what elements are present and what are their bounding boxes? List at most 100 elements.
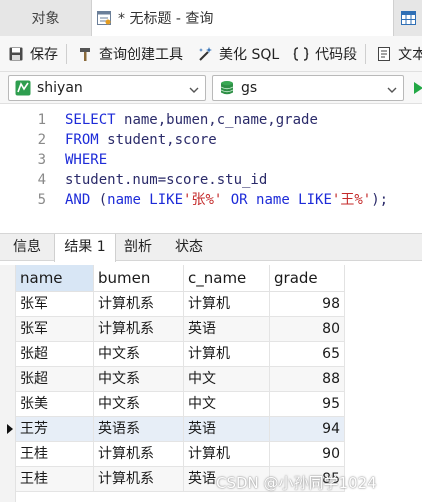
tab-result-label: 结果 1 [64,239,106,255]
tab-profile-label: 剖析 [124,239,152,255]
table-row[interactable]: 张美 中文系 中文 95 [0,392,345,417]
tab-untitled-query[interactable]: * 无标题 - 查询 [92,0,394,36]
database-select[interactable]: gs [212,75,404,101]
toolbar-divider [66,43,67,64]
table-cell-bumen[interactable]: 中文系 [94,342,184,367]
code-text: AND (name LIKE'张%' OR name LIKE'王%'); [65,190,388,210]
table-cell-c-name[interactable]: 英语 [184,317,270,342]
table-row[interactable]: 张超 中文系 中文 88 [0,367,345,392]
table-row[interactable]: 张超 中文系 计算机 65 [0,342,345,367]
tab-status-label: 状态 [175,239,203,255]
column-header-grade[interactable]: grade [270,265,345,292]
current-row-marker-icon [7,424,13,434]
line-number: 1 [37,112,46,128]
table-cell-c-name[interactable]: 英语 [184,417,270,442]
table-cell-grade[interactable]: 94 [270,417,345,442]
column-header-c-name[interactable]: c_name [184,265,270,292]
code-text: WHERE [65,150,107,170]
mysql-connection-icon [15,80,31,96]
table-cell-bumen[interactable]: 计算机系 [94,317,184,342]
tab-objects[interactable]: 对象 [0,0,92,36]
sql-keyword: FROM [65,132,108,148]
tab-profile[interactable]: 剖析 [116,234,160,261]
save-label: 保存 [30,46,58,63]
editor-line[interactable]: 2 FROM student,score [0,130,422,150]
beautify-sql-button[interactable]: 美化 SQL [189,40,285,68]
table-cell-name[interactable]: 张超 [16,367,94,392]
table-cell-grade[interactable]: 80 [270,317,345,342]
table-cell-c-name[interactable]: 计算机 [184,292,270,317]
tab-info-label: 信息 [13,239,41,255]
column-header-name[interactable]: name [16,265,94,292]
code-snippet-button[interactable]: 代码段 [285,40,363,68]
editor-line[interactable]: 5 AND (name LIKE'张%' OR name LIKE'王%'); [0,190,422,210]
tab-status[interactable]: 状态 [164,234,214,261]
line-number: 5 [37,192,46,208]
query-toolbar: 保存 查询创建工具 美化 SQL 代码段 文 [0,36,422,72]
table-cell-name[interactable]: 张军 [16,317,94,342]
chevron-down-icon [189,83,199,93]
save-button[interactable]: 保存 [0,40,64,68]
sql-keyword: AND [65,192,99,208]
code-snippet-label: 代码段 [315,46,358,63]
table-cell-bumen[interactable]: 计算机系 [94,442,184,467]
table-cell-bumen[interactable]: 中文系 [94,367,184,392]
hammer-icon [77,46,93,62]
line-number: 3 [37,152,46,168]
table-cell-name[interactable]: 张美 [16,392,94,417]
line-number: 2 [37,132,46,148]
query-builder-label: 查询创建工具 [99,46,183,63]
table-cell-c-name[interactable]: 中文 [184,392,270,417]
query-builder-button[interactable]: 查询创建工具 [69,40,189,68]
run-icon[interactable] [414,82,422,94]
table-cell-name[interactable]: 张军 [16,292,94,317]
save-icon [8,46,24,62]
table-icon [400,11,416,25]
table-cell-name[interactable]: 张超 [16,342,94,367]
sql-string: '张%' [183,192,223,208]
editor-line[interactable]: 1 SELECT name,bumen,c_name,grade [0,110,422,130]
tab-objects-label: 对象 [31,11,60,27]
table-row[interactable]: 王芳 英语系 英语 94 [0,417,345,442]
table-cell-bumen[interactable]: 计算机系 [94,467,184,492]
line-number: 4 [37,172,46,188]
text-button[interactable]: 文本 [368,40,422,68]
table-cell-name[interactable]: 王桂 [16,467,94,492]
table-row[interactable]: 王桂 计算机系 计算机 90 [0,442,345,467]
tab-result-1[interactable]: 结果 1 [54,234,116,262]
table-cell-c-name[interactable]: 中文 [184,367,270,392]
tab-info[interactable]: 信息 [0,234,54,261]
table-row[interactable]: 张军 计算机系 英语 80 [0,317,345,342]
table-cell-name[interactable]: 王桂 [16,442,94,467]
sql-keyword: OR name LIKE [222,192,332,208]
sql-text: student.num=score.stu_id [65,172,268,188]
table-cell-grade[interactable]: 90 [270,442,345,467]
sql-editor[interactable]: 1 SELECT name,bumen,c_name,grade 2 FROM stu… [0,104,422,230]
table-row[interactable]: 张军 计算机系 计算机 98 [0,292,345,317]
table-cell-grade[interactable]: 65 [270,342,345,367]
table-cell-grade[interactable]: 95 [270,392,345,417]
editor-line[interactable]: 4 student.num=score.stu_id [0,170,422,190]
tab-table-view[interactable] [394,0,422,36]
sql-keyword: WHERE [65,152,108,168]
table-cell-grade[interactable]: 98 [270,292,345,317]
table-cell-bumen[interactable]: 英语系 [94,417,184,442]
table-cell-c-name[interactable]: 计算机 [184,342,270,367]
sql-keyword: name LIKE [107,192,184,208]
connection-select[interactable]: shiyan [8,75,206,101]
database-icon [219,80,235,96]
text-label: 文本 [398,46,422,63]
document-tab-bar: 对象 * 无标题 - 查询 [0,0,422,36]
code-text: student.num=score.stu_id [65,170,267,190]
database-name: gs [241,80,258,96]
sql-keyword: SELECT [65,112,125,128]
table-cell-c-name[interactable]: 计算机 [184,442,270,467]
table-cell-bumen[interactable]: 计算机系 [94,292,184,317]
table-cell-bumen[interactable]: 中文系 [94,392,184,417]
text-document-icon [376,46,392,62]
table-cell-name[interactable]: 王芳 [16,417,94,442]
column-header-bumen[interactable]: bumen [94,265,184,292]
chevron-down-icon [387,83,397,93]
editor-line[interactable]: 3 WHERE [0,150,422,170]
table-cell-grade[interactable]: 88 [270,367,345,392]
